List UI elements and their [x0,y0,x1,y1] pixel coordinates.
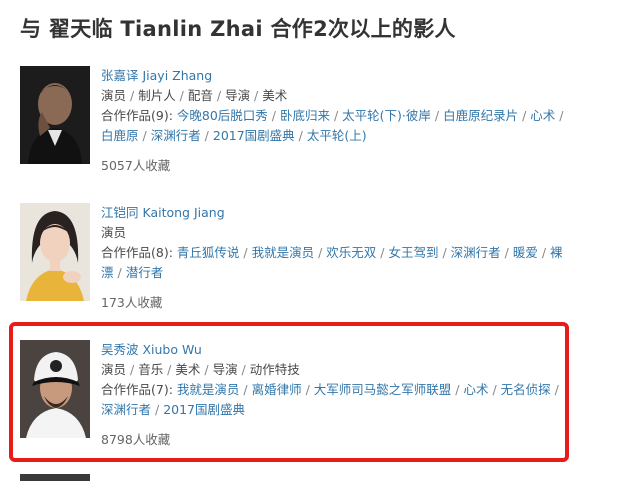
work-link[interactable]: 潜行者 [126,265,164,280]
favorites-count: 173人收藏 [101,295,163,310]
role: 配音 [187,88,213,103]
role: 演员 [101,362,127,377]
collaborator-name[interactable]: 江铠同 Kaitong Jiang [101,203,571,223]
work-link[interactable]: 青丘狐传说 [177,245,240,260]
collaborator-name[interactable]: 吴秀波 Xiubo Wu [101,340,571,360]
collaborator-roles: 演员 [101,223,571,243]
work-link[interactable]: 暖爱 [513,245,538,260]
role: 演员 [101,225,127,240]
page-title: 与 翟天临 Tianlin Zhai 合作2次以上的影人 [20,17,456,41]
avatar[interactable] [20,340,90,438]
works-label: 合作作品(8): [101,245,173,260]
work-link[interactable]: 欢乐无双 [326,245,376,260]
role: 音乐 [138,362,164,377]
role: 动作特技 [249,362,300,377]
work-link[interactable]: 太平轮(上) [307,128,367,143]
work-link[interactable]: 我就是演员 [177,382,240,397]
work-link[interactable]: 深渊行者 [101,402,151,417]
role: 美术 [175,362,201,377]
collaboration-works: 合作作品(9): 今晚80后脱口秀 / 卧底归来 / 太平轮(下)·彼岸 / 白… [101,108,564,143]
work-link[interactable]: 白鹿原纪录片 [443,108,518,123]
work-link[interactable]: 2017国剧盛典 [163,402,245,417]
work-link[interactable]: 大军师司马懿之军师联盟 [314,382,452,397]
collaborator-name[interactable]: 张嘉译 Jiayi Zhang [101,66,571,86]
role: 制片人 [138,88,176,103]
work-link[interactable]: 我就是演员 [252,245,315,260]
role: 导演 [212,362,238,377]
work-link[interactable]: 2017国剧盛典 [213,128,295,143]
avatar[interactable] [20,66,90,164]
work-link[interactable]: 白鹿原 [101,128,139,143]
work-link[interactable]: 深渊行者 [151,128,201,143]
role: 演员 [101,88,127,103]
works-label: 合作作品(9): [101,108,173,123]
work-link[interactable]: 心术 [530,108,555,123]
works-label: 合作作品(7): [101,382,173,397]
role: 导演 [225,88,251,103]
favorites-count: 8798人收藏 [101,432,171,447]
collaborator-roles: 演员 / 制片人 / 配音 / 导演 / 美术 [101,88,288,103]
work-link[interactable]: 今晚80后脱口秀 [177,108,268,123]
work-link[interactable]: 离婚律师 [252,382,302,397]
work-link[interactable]: 无名侦探 [501,382,551,397]
work-link[interactable]: 心术 [463,382,488,397]
collaboration-works: 合作作品(8): 青丘狐传说 / 我就是演员 / 欢乐无双 / 女王驾到 / 深… [101,245,563,280]
collaboration-works: 合作作品(7): 我就是演员 / 离婚律师 / 大军师司马懿之军师联盟 / 心术… [101,382,559,417]
favorites-count: 5057人收藏 [101,158,171,173]
work-link[interactable]: 卧底归来 [280,108,330,123]
avatar[interactable] [20,203,90,301]
avatar[interactable] [20,474,90,481]
work-link[interactable]: 深渊行者 [451,245,501,260]
work-link[interactable]: 女王驾到 [388,245,438,260]
collaborator-roles: 演员 / 音乐 / 美术 / 导演 / 动作特技 [101,362,300,377]
work-link[interactable]: 太平轮(下)·彼岸 [342,108,431,123]
role: 美术 [262,88,288,103]
